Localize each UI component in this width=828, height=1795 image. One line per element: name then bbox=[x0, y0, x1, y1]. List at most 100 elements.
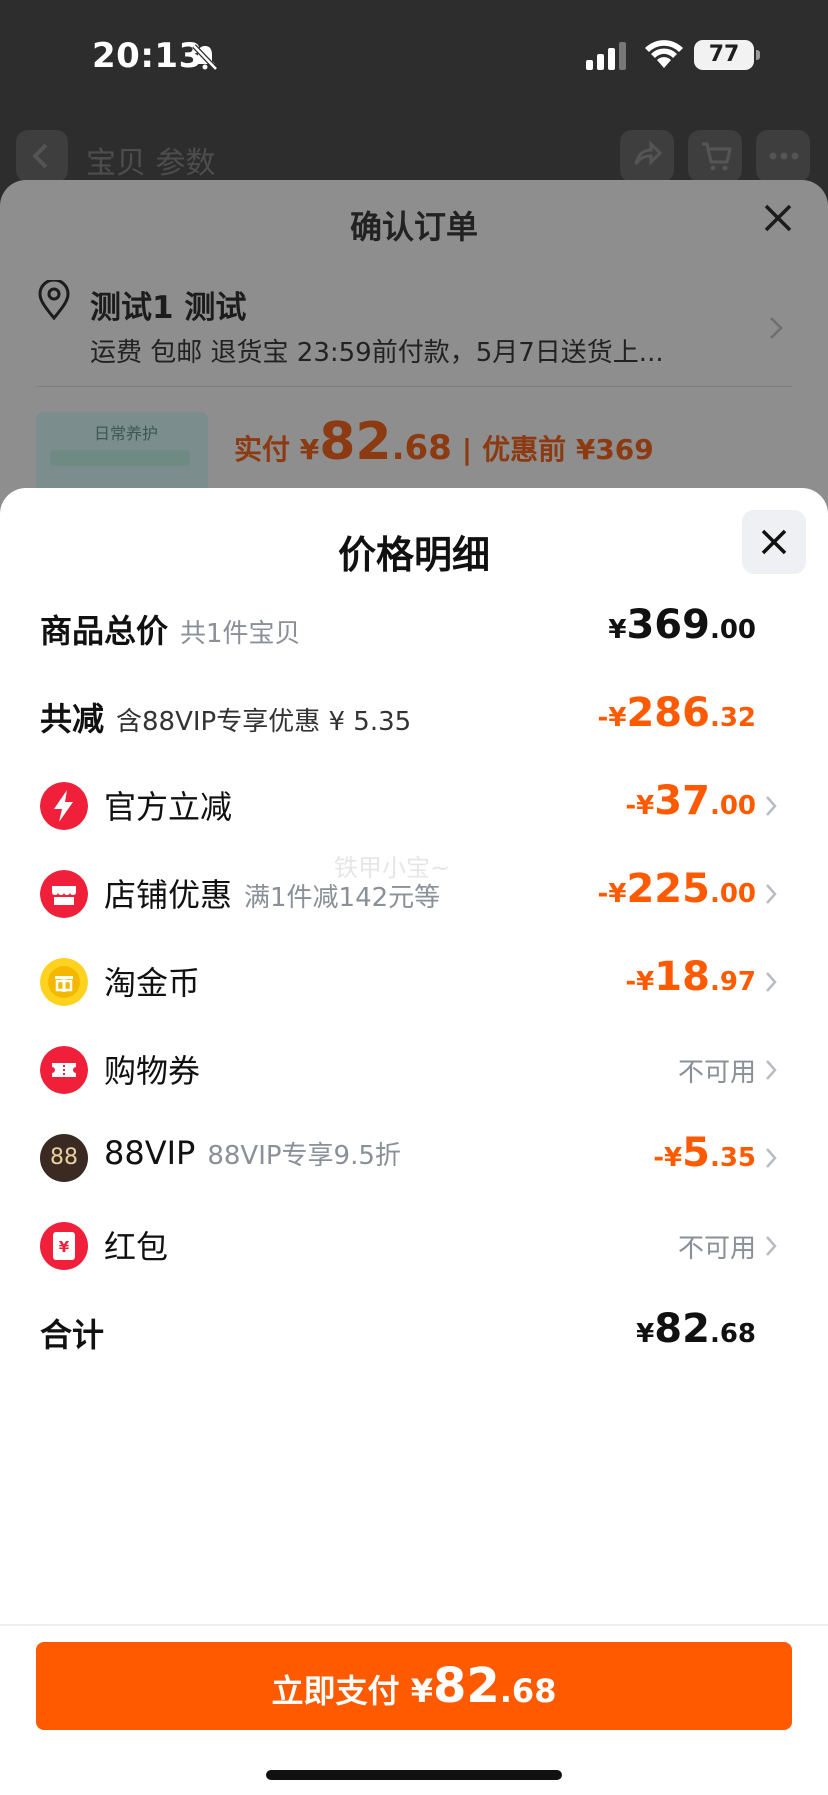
address-delivery-info: 运费 包邮 退货宝 23:59前付款，5月7日送货上... bbox=[90, 338, 664, 368]
chevron-left-icon bbox=[32, 143, 48, 169]
vip88-icon: 88 bbox=[40, 1134, 88, 1182]
paid-int: 82 bbox=[319, 412, 392, 472]
pay-now-button[interactable]: 立即支付 ¥82.68 bbox=[36, 1642, 792, 1730]
row-taojinbi[interactable]: 淘金币 -¥18.97 bbox=[0, 932, 828, 1032]
value-symbol: -¥ bbox=[653, 1143, 683, 1173]
confirm-order-close-icon[interactable] bbox=[760, 200, 796, 236]
value-integer: 82 bbox=[654, 1306, 710, 1352]
value-integer: 369 bbox=[626, 602, 710, 648]
product-thumbnail-band bbox=[50, 450, 190, 466]
cart-button[interactable] bbox=[688, 130, 742, 182]
cellular-signal-icon bbox=[586, 42, 626, 70]
row-label-text: 淘金币 bbox=[104, 964, 201, 1002]
paid-separator: | bbox=[461, 433, 473, 466]
pay-button-label: 立即支付 ¥ bbox=[271, 1672, 433, 1710]
product-thumbnail-text: 日常养护 bbox=[94, 424, 159, 443]
row-value: -¥286.32 bbox=[598, 690, 756, 736]
row-label-text: 共减 bbox=[40, 700, 105, 738]
row-label: 共减 含88VIP专享优惠 ¥ 5.35 bbox=[40, 694, 411, 740]
chevron-right-icon bbox=[766, 1060, 777, 1080]
shop-icon bbox=[40, 870, 88, 918]
row-label: 官方立减 bbox=[104, 782, 232, 828]
chevron-right-icon bbox=[770, 317, 783, 339]
row-sub: 满1件减142元等 bbox=[244, 883, 441, 913]
more-dots-icon bbox=[769, 152, 799, 160]
close-button[interactable] bbox=[742, 510, 806, 574]
value-integer: 5 bbox=[682, 1130, 710, 1176]
gold-coin-icon bbox=[40, 958, 88, 1006]
chevron-right-icon bbox=[766, 1148, 777, 1168]
row-label: 淘金币 bbox=[104, 958, 200, 1004]
row-label: 红包 bbox=[104, 1222, 168, 1268]
row-label-text: 店铺优惠 bbox=[104, 876, 233, 914]
value-symbol: ¥ bbox=[636, 1319, 655, 1349]
chevron-right-icon bbox=[766, 884, 777, 904]
value-decimal: .35 bbox=[709, 1143, 756, 1173]
value-decimal: .32 bbox=[709, 703, 756, 733]
home-indicator bbox=[266, 1770, 562, 1780]
confirm-order-title: 确认订单 bbox=[349, 208, 478, 246]
row-value: -¥225.00 bbox=[598, 866, 756, 912]
value-decimal: .97 bbox=[709, 967, 756, 997]
row-label-text: 88VIP bbox=[104, 1134, 196, 1172]
paid-amount: 实付 ¥82.68 | 优惠前 ¥369 bbox=[234, 412, 654, 472]
value-symbol: -¥ bbox=[597, 879, 627, 909]
address-name[interactable]: 测试1 测试 bbox=[90, 282, 246, 327]
lightning-icon bbox=[40, 782, 88, 830]
row-official-discount[interactable]: 官方立减 -¥37.00 bbox=[0, 756, 828, 856]
paid-label: 实付 ¥ bbox=[234, 433, 320, 466]
value-integer: 286 bbox=[626, 690, 710, 736]
row-sub: 含88VIP专享优惠 ¥ 5.35 bbox=[116, 707, 412, 737]
row-value: -¥18.97 bbox=[625, 954, 756, 1000]
location-pin-icon bbox=[38, 280, 70, 320]
share-icon bbox=[634, 140, 662, 166]
row-red-envelope[interactable]: ¥ 红包 不可用 bbox=[0, 1196, 828, 1296]
row-label: 88VIP 88VIP专享9.5折 bbox=[104, 1134, 401, 1172]
wifi-icon bbox=[645, 40, 683, 68]
value-integer: 18 bbox=[654, 954, 710, 1000]
row-label-text: 合计 bbox=[40, 1316, 105, 1354]
price-before-discount: 优惠前 ¥369 bbox=[482, 433, 654, 466]
coupon-icon bbox=[40, 1046, 88, 1094]
row-value: ¥369.00 bbox=[608, 602, 756, 648]
row-value-unavailable: 不可用 bbox=[677, 1058, 756, 1088]
row-value: -¥5.35 bbox=[653, 1130, 756, 1176]
confirm-order-sheet: 确认订单 测试1 测试 运费 包邮 退货宝 23:59前付款，5月7日送货上..… bbox=[0, 180, 828, 522]
row-label-text: 官方立减 bbox=[104, 788, 233, 826]
value-decimal: .00 bbox=[709, 879, 756, 909]
background-nav-bar: 宝贝 参数 bbox=[0, 110, 828, 190]
share-button[interactable] bbox=[620, 130, 674, 182]
row-label-text: 商品总价 bbox=[40, 612, 169, 650]
row-88vip[interactable]: 88 88VIP 88VIP专享9.5折 -¥5.35 bbox=[0, 1108, 828, 1208]
red-envelope-icon: ¥ bbox=[53, 1232, 75, 1260]
row-label-text: 红包 bbox=[104, 1228, 169, 1266]
chevron-right-icon bbox=[766, 1236, 777, 1256]
back-button[interactable] bbox=[16, 130, 68, 182]
chevron-right-icon bbox=[766, 796, 777, 816]
bell-muted-icon bbox=[192, 44, 218, 71]
divider bbox=[36, 386, 792, 387]
row-sub: 共1件宝贝 bbox=[180, 619, 301, 649]
value-symbol: ¥ bbox=[608, 615, 627, 645]
row-label: 商品总价 共1件宝贝 bbox=[40, 606, 301, 652]
status-time: 20:13 bbox=[92, 36, 203, 76]
more-button[interactable] bbox=[756, 130, 810, 182]
row-label-text: 购物券 bbox=[104, 1052, 201, 1090]
paid-dec: .68 bbox=[391, 428, 452, 468]
row-shopping-coupon[interactable]: 购物券 不可用 bbox=[0, 1020, 828, 1120]
battery-indicator: 77 bbox=[694, 40, 760, 70]
background-tabs: 宝贝 参数 bbox=[86, 146, 216, 181]
pay-button-int: 82 bbox=[432, 1658, 500, 1714]
row-label: 购物券 bbox=[104, 1046, 200, 1092]
value-decimal: .00 bbox=[709, 791, 756, 821]
row-sub: 88VIP专享9.5折 bbox=[207, 1141, 401, 1171]
row-value: -¥37.00 bbox=[625, 778, 756, 824]
row-value-unavailable: 不可用 bbox=[677, 1234, 756, 1264]
value-decimal: .68 bbox=[709, 1319, 756, 1349]
value-symbol: -¥ bbox=[597, 703, 627, 733]
cart-icon bbox=[702, 142, 732, 171]
row-grand-total: 合计 ¥82.68 bbox=[0, 1284, 828, 1384]
watermark: 铁甲小宝~ bbox=[334, 854, 451, 882]
row-value: ¥82.68 bbox=[636, 1306, 756, 1352]
status-bar: 20:13 77 bbox=[0, 0, 828, 110]
